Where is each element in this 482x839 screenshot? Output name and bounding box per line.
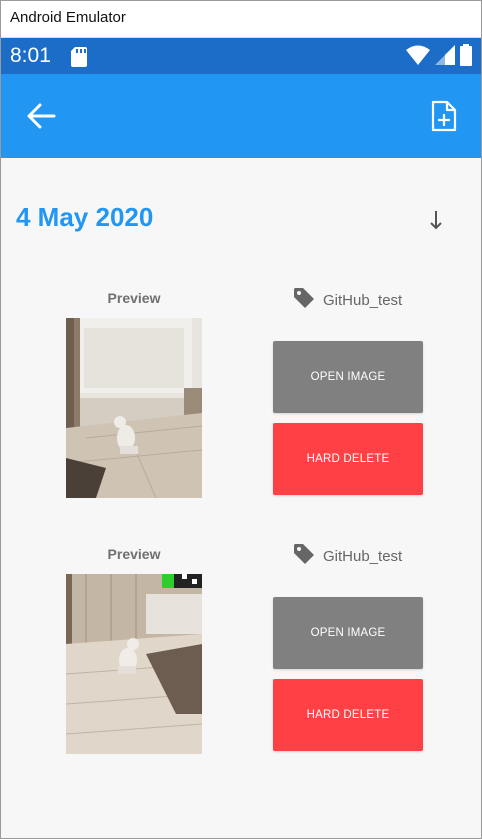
window-title: Android Emulator xyxy=(10,9,126,26)
wifi-icon xyxy=(406,45,430,70)
open-image-button[interactable]: OPEN IMAGE xyxy=(273,597,423,669)
date-heading: 4 May 2020 xyxy=(16,202,154,232)
battery-icon xyxy=(460,44,472,71)
app-bar xyxy=(0,74,482,158)
tag-label: GitHub_test xyxy=(323,548,403,565)
status-time: 8:01 xyxy=(10,44,51,67)
window-edge xyxy=(0,38,1,839)
tag-icon xyxy=(293,287,315,314)
preview-image[interactable] xyxy=(66,318,202,498)
signal-icon xyxy=(435,45,455,70)
preview-label: Preview xyxy=(107,290,161,306)
preview-label: Preview xyxy=(107,546,161,562)
hard-delete-button[interactable]: HARD DELETE xyxy=(273,679,423,751)
tag-label: GitHub_test xyxy=(323,292,403,309)
tag-row: GitHub_test xyxy=(293,543,402,570)
status-bar: 8:01 xyxy=(0,38,482,74)
hard-delete-button[interactable]: HARD DELETE xyxy=(273,423,423,495)
tag-row: GitHub_test xyxy=(293,287,402,314)
sd-card-icon xyxy=(71,47,87,72)
arrow-down-icon[interactable] xyxy=(428,209,444,231)
window-titlebar: Android Emulator xyxy=(0,0,482,38)
tag-icon xyxy=(293,543,315,570)
open-image-button[interactable]: OPEN IMAGE xyxy=(273,341,423,413)
new-file-icon[interactable] xyxy=(431,100,457,132)
preview-image[interactable] xyxy=(66,574,202,754)
arrow-left-icon[interactable] xyxy=(26,102,56,130)
image-card: Preview GitHub_test OPEN IMAGE HARD DELE… xyxy=(0,543,482,766)
image-card: Preview GitHub_test OPEN IMAGE HARD DELE… xyxy=(0,287,482,510)
